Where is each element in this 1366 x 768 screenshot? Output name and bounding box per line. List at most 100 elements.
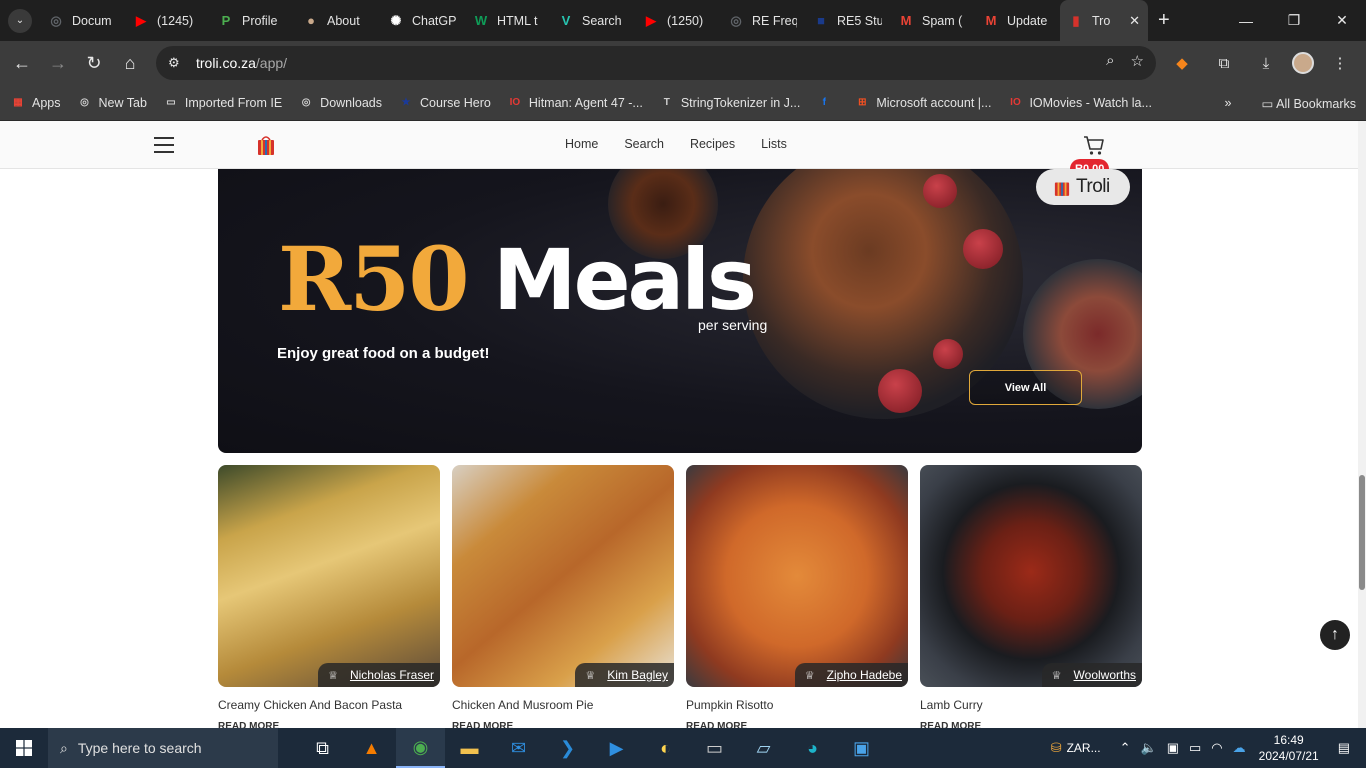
profile-avatar[interactable] bbox=[1292, 52, 1314, 74]
close-window-icon[interactable]: ✕ bbox=[1318, 0, 1366, 41]
author-name[interactable]: Nicholas Fraser bbox=[350, 668, 434, 682]
page-scrollbar[interactable] bbox=[1358, 121, 1366, 728]
extensions-icon[interactable]: ⧉ bbox=[1208, 47, 1240, 79]
browser-tab[interactable]: P Profile bbox=[210, 0, 295, 41]
file-explorer-icon[interactable]: ▬ bbox=[445, 728, 494, 768]
recipe-card[interactable]: ♕ Woolworths Lamb Curry READ MORE bbox=[920, 465, 1142, 728]
recipe-title[interactable]: Lamb Curry bbox=[920, 698, 1142, 712]
vlc-icon[interactable]: ▲ bbox=[347, 728, 396, 768]
wifi-icon[interactable]: ◠ bbox=[1211, 740, 1222, 756]
bookmark-item[interactable]: T StringTokenizer in J... bbox=[659, 95, 801, 111]
read-more-link[interactable]: READ MORE bbox=[218, 721, 440, 728]
browser-tab[interactable]: ◎ RE Freq bbox=[720, 0, 805, 41]
webcam-icon[interactable]: ▣ bbox=[1167, 740, 1179, 756]
menu-icon[interactable]: ⋮ bbox=[1324, 47, 1356, 79]
recipe-card[interactable]: ♕ Kim Bagley Chicken And Musroom Pie REA… bbox=[452, 465, 674, 728]
browser-tab[interactable]: M Update bbox=[975, 0, 1060, 41]
nav-link-home[interactable]: Home bbox=[565, 137, 598, 151]
bookmark-item[interactable]: IO Hitman: Agent 47 -... bbox=[507, 95, 643, 111]
view-all-button[interactable]: View All bbox=[969, 370, 1082, 405]
bookmark-item[interactable]: ◎ Downloads bbox=[298, 95, 382, 111]
scroll-to-top-button[interactable]: ↑ bbox=[1320, 620, 1350, 650]
terminal-icon[interactable]: ▭ bbox=[690, 728, 739, 768]
recipe-title[interactable]: Chicken And Musroom Pie bbox=[452, 698, 674, 712]
recipe-card[interactable]: ♕ Nicholas Fraser Creamy Chicken And Bac… bbox=[218, 465, 440, 728]
author-name[interactable]: Kim Bagley bbox=[607, 668, 668, 682]
browser-tab[interactable]: ▶ (1245) bbox=[125, 0, 210, 41]
bookmark-item[interactable]: ★ Course Hero bbox=[398, 95, 491, 111]
currency-label[interactable]: ZAR... bbox=[1067, 741, 1101, 755]
volume-icon[interactable]: 🔈 bbox=[1141, 740, 1157, 756]
browser-tab[interactable]: V Search bbox=[550, 0, 635, 41]
video-editor-icon[interactable]: ▶ bbox=[592, 728, 641, 768]
home-icon[interactable]: ⌂ bbox=[112, 45, 148, 81]
browser-tab[interactable]: ▮ Tro ✕ bbox=[1060, 0, 1148, 41]
photos-icon[interactable]: ▣ bbox=[837, 728, 886, 768]
scrollbar-thumb[interactable] bbox=[1359, 475, 1365, 590]
notepad-icon[interactable]: ▱ bbox=[739, 728, 788, 768]
recipe-card[interactable]: ♕ Zipho Hadebe Pumpkin Risotto READ MORE bbox=[686, 465, 908, 728]
close-tab-icon[interactable]: ✕ bbox=[1129, 13, 1140, 29]
network-icon[interactable]: ▭ bbox=[1189, 740, 1201, 756]
task-view-icon[interactable]: ⧉ bbox=[298, 728, 347, 768]
clock[interactable]: 16:49 2024/07/21 bbox=[1259, 732, 1319, 764]
browser-tab[interactable]: ● About bbox=[295, 0, 380, 41]
download-icon[interactable]: ⤓ bbox=[1250, 47, 1282, 79]
browser-tab[interactable]: ✺ ChatGP bbox=[380, 0, 465, 41]
author-credit[interactable]: ♕ Zipho Hadebe bbox=[794, 663, 908, 687]
more-bookmarks-icon[interactable]: » bbox=[1225, 96, 1232, 110]
address-bar[interactable]: ⚙ troli.co.za/app/ ⌕ ☆ bbox=[156, 46, 1156, 80]
notifications-icon[interactable]: ▤ bbox=[1338, 740, 1350, 756]
read-more-link[interactable]: READ MORE bbox=[452, 721, 674, 728]
zoom-icon[interactable]: ⌕ bbox=[1106, 52, 1114, 70]
all-bookmarks[interactable]: ▭ All Bookmarks bbox=[1262, 96, 1357, 111]
edge-icon[interactable]: ◕ bbox=[788, 728, 837, 768]
browser-tab[interactable]: M Spam ( bbox=[890, 0, 975, 41]
bookmark-item[interactable]: IO IOMovies - Watch la... bbox=[1007, 95, 1152, 111]
new-tab-icon[interactable]: + bbox=[1158, 9, 1170, 32]
author-credit[interactable]: ♕ Woolworths bbox=[1041, 663, 1142, 687]
author-credit[interactable]: ♕ Nicholas Fraser bbox=[318, 663, 440, 687]
author-credit[interactable]: ♕ Kim Bagley bbox=[575, 663, 674, 687]
bookmark-item[interactable]: ▦ Apps bbox=[10, 95, 60, 111]
recipe-image[interactable]: ♕ Woolworths bbox=[920, 465, 1142, 687]
vscode-icon[interactable]: ❯ bbox=[543, 728, 592, 768]
site-info-icon[interactable]: ⚙ bbox=[168, 55, 186, 71]
show-hidden-icons-icon[interactable]: ⌃ bbox=[1120, 740, 1131, 756]
recipe-title[interactable]: Pumpkin Risotto bbox=[686, 698, 908, 712]
author-name[interactable]: Woolworths bbox=[1074, 668, 1136, 682]
nav-link-recipes[interactable]: Recipes bbox=[690, 137, 735, 151]
python-icon[interactable]: ◐ bbox=[641, 728, 690, 768]
restore-icon[interactable]: ❐ bbox=[1270, 0, 1318, 41]
bookmark-item[interactable]: ⊞ Microsoft account |... bbox=[854, 95, 991, 111]
onedrive-icon[interactable]: ☁ bbox=[1233, 740, 1246, 756]
nav-link-search[interactable]: Search bbox=[624, 137, 664, 151]
chrome-icon[interactable]: ◉ bbox=[396, 728, 445, 768]
tab-search-icon[interactable]: ⌄ bbox=[8, 8, 32, 33]
metamask-extension-icon[interactable]: ◆ bbox=[1166, 47, 1198, 79]
nav-link-lists[interactable]: Lists bbox=[761, 137, 787, 151]
minimize-icon[interactable]: — bbox=[1222, 0, 1270, 41]
author-name[interactable]: Zipho Hadebe bbox=[827, 668, 902, 682]
currency-icon[interactable]: ⛁ bbox=[1051, 740, 1062, 756]
bookmark-item[interactable]: ▭ Imported From IE bbox=[163, 95, 282, 111]
read-more-link[interactable]: READ MORE bbox=[920, 721, 1142, 728]
bookmark-item[interactable]: ◎ New Tab bbox=[77, 95, 147, 111]
recipe-image[interactable]: ♕ Nicholas Fraser bbox=[218, 465, 440, 687]
reload-icon[interactable]: ↻ bbox=[76, 45, 112, 81]
mail-icon[interactable]: ✉ bbox=[494, 728, 543, 768]
recipe-image[interactable]: ♕ Zipho Hadebe bbox=[686, 465, 908, 687]
browser-tab[interactable]: ◎ Docum bbox=[40, 0, 125, 41]
browser-tab[interactable]: W HTML t bbox=[465, 0, 550, 41]
browser-tab[interactable]: ▶ (1250) bbox=[635, 0, 720, 41]
hamburger-menu-icon[interactable] bbox=[154, 137, 174, 153]
read-more-link[interactable]: READ MORE bbox=[686, 721, 908, 728]
bookmark-item[interactable]: f bbox=[816, 95, 838, 111]
taskbar-search[interactable]: ⌕ Type here to search bbox=[48, 728, 278, 768]
troli-logo[interactable] bbox=[257, 134, 275, 156]
recipe-image[interactable]: ♕ Kim Bagley bbox=[452, 465, 674, 687]
bookmark-star-icon[interactable]: ☆ bbox=[1131, 52, 1144, 70]
cart-icon[interactable] bbox=[1083, 134, 1105, 156]
windows-start-icon[interactable] bbox=[0, 728, 48, 768]
forward-icon[interactable]: → bbox=[40, 45, 76, 81]
